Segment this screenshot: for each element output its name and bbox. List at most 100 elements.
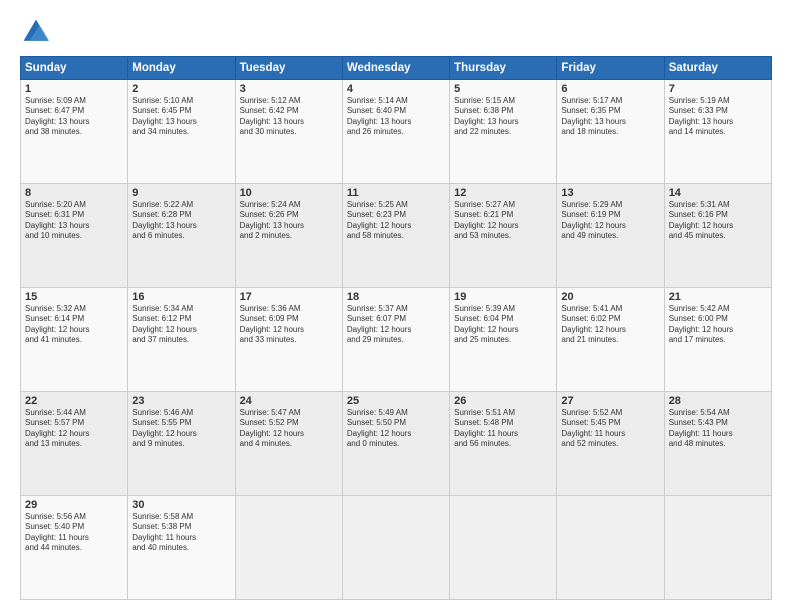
day-number: 4 [347, 83, 445, 95]
weekday-header-row: Sunday Monday Tuesday Wednesday Thursday… [21, 57, 772, 80]
day-number: 13 [561, 187, 659, 199]
day-content: Sunrise: 5:31 AM Sunset: 6:16 PM Dayligh… [669, 200, 767, 242]
calendar-day-6: 6Sunrise: 5:17 AM Sunset: 6:35 PM Daylig… [557, 80, 664, 184]
empty-cell [342, 496, 449, 600]
calendar-day-17: 17Sunrise: 5:36 AM Sunset: 6:09 PM Dayli… [235, 288, 342, 392]
day-number: 19 [454, 291, 552, 303]
calendar-day-20: 20Sunrise: 5:41 AM Sunset: 6:02 PM Dayli… [557, 288, 664, 392]
day-content: Sunrise: 5:19 AM Sunset: 6:33 PM Dayligh… [669, 96, 767, 138]
header-thursday: Thursday [450, 57, 557, 80]
header-sunday: Sunday [21, 57, 128, 80]
calendar-day-9: 9Sunrise: 5:22 AM Sunset: 6:28 PM Daylig… [128, 184, 235, 288]
logo-icon [20, 16, 52, 48]
day-number: 3 [240, 83, 338, 95]
calendar-day-27: 27Sunrise: 5:52 AM Sunset: 5:45 PM Dayli… [557, 392, 664, 496]
day-content: Sunrise: 5:20 AM Sunset: 6:31 PM Dayligh… [25, 200, 123, 242]
calendar-day-10: 10Sunrise: 5:24 AM Sunset: 6:26 PM Dayli… [235, 184, 342, 288]
calendar-day-26: 26Sunrise: 5:51 AM Sunset: 5:48 PM Dayli… [450, 392, 557, 496]
calendar-day-25: 25Sunrise: 5:49 AM Sunset: 5:50 PM Dayli… [342, 392, 449, 496]
day-content: Sunrise: 5:54 AM Sunset: 5:43 PM Dayligh… [669, 408, 767, 450]
day-number: 26 [454, 395, 552, 407]
day-content: Sunrise: 5:29 AM Sunset: 6:19 PM Dayligh… [561, 200, 659, 242]
day-number: 16 [132, 291, 230, 303]
day-number: 2 [132, 83, 230, 95]
day-number: 14 [669, 187, 767, 199]
day-content: Sunrise: 5:49 AM Sunset: 5:50 PM Dayligh… [347, 408, 445, 450]
calendar-day-11: 11Sunrise: 5:25 AM Sunset: 6:23 PM Dayli… [342, 184, 449, 288]
empty-cell [664, 496, 771, 600]
calendar-week-2: 8Sunrise: 5:20 AM Sunset: 6:31 PM Daylig… [21, 184, 772, 288]
day-number: 17 [240, 291, 338, 303]
day-content: Sunrise: 5:27 AM Sunset: 6:21 PM Dayligh… [454, 200, 552, 242]
calendar-day-24: 24Sunrise: 5:47 AM Sunset: 5:52 PM Dayli… [235, 392, 342, 496]
calendar-day-16: 16Sunrise: 5:34 AM Sunset: 6:12 PM Dayli… [128, 288, 235, 392]
calendar-day-12: 12Sunrise: 5:27 AM Sunset: 6:21 PM Dayli… [450, 184, 557, 288]
day-number: 22 [25, 395, 123, 407]
day-content: Sunrise: 5:14 AM Sunset: 6:40 PM Dayligh… [347, 96, 445, 138]
calendar-day-3: 3Sunrise: 5:12 AM Sunset: 6:42 PM Daylig… [235, 80, 342, 184]
day-content: Sunrise: 5:58 AM Sunset: 5:38 PM Dayligh… [132, 512, 230, 554]
empty-cell [235, 496, 342, 600]
calendar-day-1: 1Sunrise: 5:09 AM Sunset: 6:47 PM Daylig… [21, 80, 128, 184]
header-friday: Friday [557, 57, 664, 80]
day-content: Sunrise: 5:46 AM Sunset: 5:55 PM Dayligh… [132, 408, 230, 450]
header-tuesday: Tuesday [235, 57, 342, 80]
day-content: Sunrise: 5:37 AM Sunset: 6:07 PM Dayligh… [347, 304, 445, 346]
day-number: 10 [240, 187, 338, 199]
day-number: 9 [132, 187, 230, 199]
day-content: Sunrise: 5:34 AM Sunset: 6:12 PM Dayligh… [132, 304, 230, 346]
day-content: Sunrise: 5:56 AM Sunset: 5:40 PM Dayligh… [25, 512, 123, 554]
day-content: Sunrise: 5:24 AM Sunset: 6:26 PM Dayligh… [240, 200, 338, 242]
day-content: Sunrise: 5:22 AM Sunset: 6:28 PM Dayligh… [132, 200, 230, 242]
day-number: 29 [25, 499, 123, 511]
calendar-day-28: 28Sunrise: 5:54 AM Sunset: 5:43 PM Dayli… [664, 392, 771, 496]
day-number: 23 [132, 395, 230, 407]
day-content: Sunrise: 5:39 AM Sunset: 6:04 PM Dayligh… [454, 304, 552, 346]
calendar-table: Sunday Monday Tuesday Wednesday Thursday… [20, 56, 772, 600]
calendar-week-5: 29Sunrise: 5:56 AM Sunset: 5:40 PM Dayli… [21, 496, 772, 600]
calendar-day-30: 30Sunrise: 5:58 AM Sunset: 5:38 PM Dayli… [128, 496, 235, 600]
day-content: Sunrise: 5:17 AM Sunset: 6:35 PM Dayligh… [561, 96, 659, 138]
day-number: 30 [132, 499, 230, 511]
header-monday: Monday [128, 57, 235, 80]
day-number: 5 [454, 83, 552, 95]
calendar-day-13: 13Sunrise: 5:29 AM Sunset: 6:19 PM Dayli… [557, 184, 664, 288]
day-content: Sunrise: 5:51 AM Sunset: 5:48 PM Dayligh… [454, 408, 552, 450]
calendar-day-14: 14Sunrise: 5:31 AM Sunset: 6:16 PM Dayli… [664, 184, 771, 288]
day-content: Sunrise: 5:41 AM Sunset: 6:02 PM Dayligh… [561, 304, 659, 346]
day-number: 6 [561, 83, 659, 95]
calendar-day-8: 8Sunrise: 5:20 AM Sunset: 6:31 PM Daylig… [21, 184, 128, 288]
day-number: 1 [25, 83, 123, 95]
day-number: 24 [240, 395, 338, 407]
day-content: Sunrise: 5:09 AM Sunset: 6:47 PM Dayligh… [25, 96, 123, 138]
calendar-day-4: 4Sunrise: 5:14 AM Sunset: 6:40 PM Daylig… [342, 80, 449, 184]
day-content: Sunrise: 5:47 AM Sunset: 5:52 PM Dayligh… [240, 408, 338, 450]
day-number: 21 [669, 291, 767, 303]
day-content: Sunrise: 5:12 AM Sunset: 6:42 PM Dayligh… [240, 96, 338, 138]
day-content: Sunrise: 5:32 AM Sunset: 6:14 PM Dayligh… [25, 304, 123, 346]
day-content: Sunrise: 5:42 AM Sunset: 6:00 PM Dayligh… [669, 304, 767, 346]
day-content: Sunrise: 5:44 AM Sunset: 5:57 PM Dayligh… [25, 408, 123, 450]
calendar-week-3: 15Sunrise: 5:32 AM Sunset: 6:14 PM Dayli… [21, 288, 772, 392]
calendar-day-2: 2Sunrise: 5:10 AM Sunset: 6:45 PM Daylig… [128, 80, 235, 184]
day-number: 8 [25, 187, 123, 199]
header-wednesday: Wednesday [342, 57, 449, 80]
day-content: Sunrise: 5:25 AM Sunset: 6:23 PM Dayligh… [347, 200, 445, 242]
header-saturday: Saturday [664, 57, 771, 80]
calendar-day-18: 18Sunrise: 5:37 AM Sunset: 6:07 PM Dayli… [342, 288, 449, 392]
day-number: 7 [669, 83, 767, 95]
empty-cell [557, 496, 664, 600]
calendar-week-4: 22Sunrise: 5:44 AM Sunset: 5:57 PM Dayli… [21, 392, 772, 496]
empty-cell [450, 496, 557, 600]
calendar-day-23: 23Sunrise: 5:46 AM Sunset: 5:55 PM Dayli… [128, 392, 235, 496]
day-number: 25 [347, 395, 445, 407]
calendar-day-15: 15Sunrise: 5:32 AM Sunset: 6:14 PM Dayli… [21, 288, 128, 392]
day-number: 27 [561, 395, 659, 407]
day-content: Sunrise: 5:52 AM Sunset: 5:45 PM Dayligh… [561, 408, 659, 450]
calendar-day-21: 21Sunrise: 5:42 AM Sunset: 6:00 PM Dayli… [664, 288, 771, 392]
day-number: 18 [347, 291, 445, 303]
calendar-day-29: 29Sunrise: 5:56 AM Sunset: 5:40 PM Dayli… [21, 496, 128, 600]
day-number: 12 [454, 187, 552, 199]
day-number: 20 [561, 291, 659, 303]
page: Sunday Monday Tuesday Wednesday Thursday… [0, 0, 792, 612]
